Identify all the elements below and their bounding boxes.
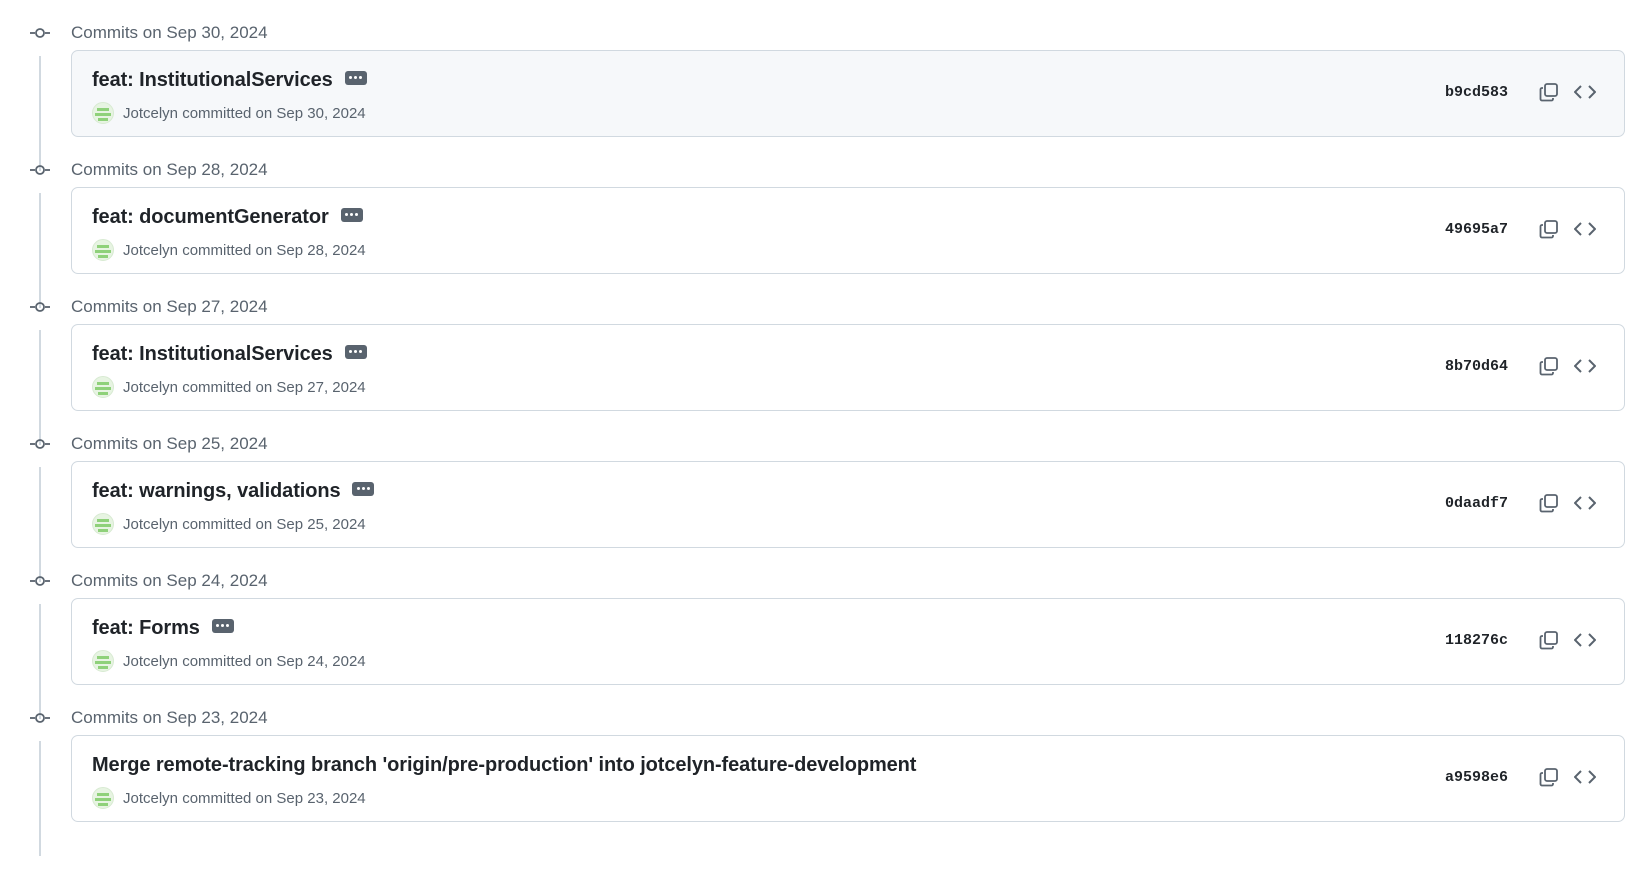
commit-author-link[interactable]: Jotcelyn: [123, 790, 178, 807]
code-icon[interactable]: [1572, 627, 1598, 653]
timeline-rail: [39, 741, 41, 856]
commit-message-link[interactable]: Merge remote-tracking branch 'origin/pre…: [92, 754, 916, 777]
ellipsis-icon[interactable]: [344, 70, 367, 85]
git-commit-icon: [30, 299, 50, 315]
commit-timeline: Commits on Sep 30, 2024 feat: Institutio…: [0, 0, 1646, 856]
commit-group: Commits on Sep 27, 2024 feat: Institutio…: [0, 290, 1646, 445]
commit-sha-link[interactable]: 49695a7: [1445, 221, 1508, 238]
code-icon[interactable]: [1572, 764, 1598, 790]
copy-icon[interactable]: [1536, 353, 1562, 379]
commit-row[interactable]: feat: Forms Jotcelyn committed on Sep 24…: [71, 598, 1625, 685]
avatar[interactable]: [92, 239, 114, 261]
ellipsis-icon[interactable]: [211, 618, 234, 633]
copy-icon[interactable]: [1536, 490, 1562, 516]
commit-row[interactable]: feat: InstitutionalServices Jotcelyn com…: [71, 50, 1625, 137]
commit-sha-link[interactable]: 8b70d64: [1445, 358, 1508, 375]
commit-group-date: Commits on Sep 27, 2024: [71, 297, 268, 316]
git-commit-icon: [30, 25, 50, 41]
commit-row[interactable]: feat: documentGenerator Jotcelyn committ…: [71, 187, 1625, 274]
copy-icon[interactable]: [1536, 627, 1562, 653]
commit-group: Commits on Sep 23, 2024 Merge remote-tra…: [0, 701, 1646, 856]
avatar[interactable]: [92, 787, 114, 809]
commit-date-text: committed on Sep 27, 2024: [182, 378, 366, 396]
commit-date-text: committed on Sep 25, 2024: [182, 515, 366, 533]
commit-date-text: committed on Sep 23, 2024: [182, 789, 366, 807]
commit-author-link[interactable]: Jotcelyn: [123, 379, 178, 396]
git-commit-icon: [30, 573, 50, 589]
commit-sha-link[interactable]: b9cd583: [1445, 84, 1508, 101]
avatar[interactable]: [92, 513, 114, 535]
commit-group: Commits on Sep 28, 2024 feat: documentGe…: [0, 153, 1646, 308]
commit-sha-link[interactable]: a9598e6: [1445, 769, 1508, 786]
commit-row[interactable]: feat: InstitutionalServices Jotcelyn com…: [71, 324, 1625, 411]
git-commit-icon: [30, 710, 50, 726]
commit-sha-link[interactable]: 118276c: [1445, 632, 1508, 649]
commit-group-header: Commits on Sep 24, 2024: [0, 564, 1646, 598]
commit-group-header: Commits on Sep 27, 2024: [0, 290, 1646, 324]
commit-message-link[interactable]: feat: InstitutionalServices: [92, 343, 333, 366]
copy-icon[interactable]: [1536, 216, 1562, 242]
commit-row[interactable]: Merge remote-tracking branch 'origin/pre…: [71, 735, 1625, 822]
commit-group: Commits on Sep 25, 2024 feat: warnings, …: [0, 427, 1646, 582]
avatar[interactable]: [92, 376, 114, 398]
commit-message-link[interactable]: feat: documentGenerator: [92, 206, 329, 229]
commit-group-date: Commits on Sep 24, 2024: [71, 571, 268, 590]
ellipsis-icon[interactable]: [340, 207, 363, 222]
commit-date-text: committed on Sep 24, 2024: [182, 652, 366, 670]
copy-icon[interactable]: [1536, 764, 1562, 790]
commit-date-text: committed on Sep 30, 2024: [182, 104, 366, 122]
commit-group-date: Commits on Sep 30, 2024: [71, 23, 268, 42]
commit-author-link[interactable]: Jotcelyn: [123, 653, 178, 670]
commit-row[interactable]: feat: warnings, validations Jotcelyn com…: [71, 461, 1625, 548]
avatar[interactable]: [92, 650, 114, 672]
commit-group-header: Commits on Sep 23, 2024: [0, 701, 1646, 735]
commit-group: Commits on Sep 30, 2024 feat: Institutio…: [0, 16, 1646, 171]
git-commit-icon: [30, 436, 50, 452]
commit-sha-link[interactable]: 0daadf7: [1445, 495, 1508, 512]
commit-date-text: committed on Sep 28, 2024: [182, 241, 366, 259]
commit-author-link[interactable]: Jotcelyn: [123, 516, 178, 533]
code-icon[interactable]: [1572, 353, 1598, 379]
commit-group-date: Commits on Sep 28, 2024: [71, 160, 268, 179]
avatar[interactable]: [92, 102, 114, 124]
commit-group-header: Commits on Sep 25, 2024: [0, 427, 1646, 461]
commit-message-link[interactable]: feat: warnings, validations: [92, 480, 341, 503]
commit-author-link[interactable]: Jotcelyn: [123, 105, 178, 122]
commit-author-link[interactable]: Jotcelyn: [123, 242, 178, 259]
ellipsis-icon[interactable]: [344, 344, 367, 359]
commit-message-link[interactable]: feat: Forms: [92, 617, 200, 640]
code-icon[interactable]: [1572, 490, 1598, 516]
code-icon[interactable]: [1572, 79, 1598, 105]
commit-group-date: Commits on Sep 23, 2024: [71, 708, 268, 727]
copy-icon[interactable]: [1536, 79, 1562, 105]
commit-group: Commits on Sep 24, 2024 feat: Forms Jotc…: [0, 564, 1646, 719]
code-icon[interactable]: [1572, 216, 1598, 242]
commit-group-header: Commits on Sep 28, 2024: [0, 153, 1646, 187]
ellipsis-icon[interactable]: [352, 481, 375, 496]
commit-message-link[interactable]: feat: InstitutionalServices: [92, 69, 333, 92]
commit-group-date: Commits on Sep 25, 2024: [71, 434, 268, 453]
git-commit-icon: [30, 162, 50, 178]
commit-group-header: Commits on Sep 30, 2024: [0, 16, 1646, 50]
